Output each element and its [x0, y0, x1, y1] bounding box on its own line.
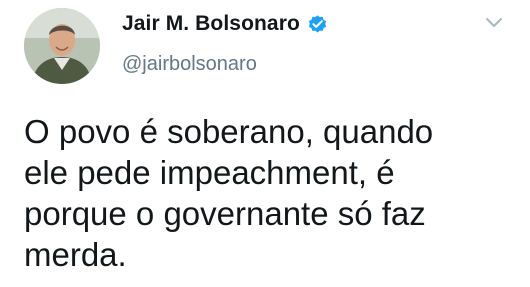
- tweet-card: Jair M. Bolsonaro @jairbolsonaro O povo …: [0, 0, 530, 287]
- author-name-row[interactable]: Jair M. Bolsonaro: [122, 12, 328, 36]
- profile-photo-icon: [24, 8, 100, 84]
- tweet-text: O povo é soberano, quando ele pede impea…: [24, 113, 434, 273]
- verified-badge-icon: [307, 14, 328, 35]
- author-display-name[interactable]: Jair M. Bolsonaro: [122, 12, 300, 36]
- author-avatar[interactable]: [24, 8, 100, 84]
- author-handle[interactable]: @jairbolsonaro: [122, 53, 257, 76]
- chevron-down-icon[interactable]: [483, 14, 505, 30]
